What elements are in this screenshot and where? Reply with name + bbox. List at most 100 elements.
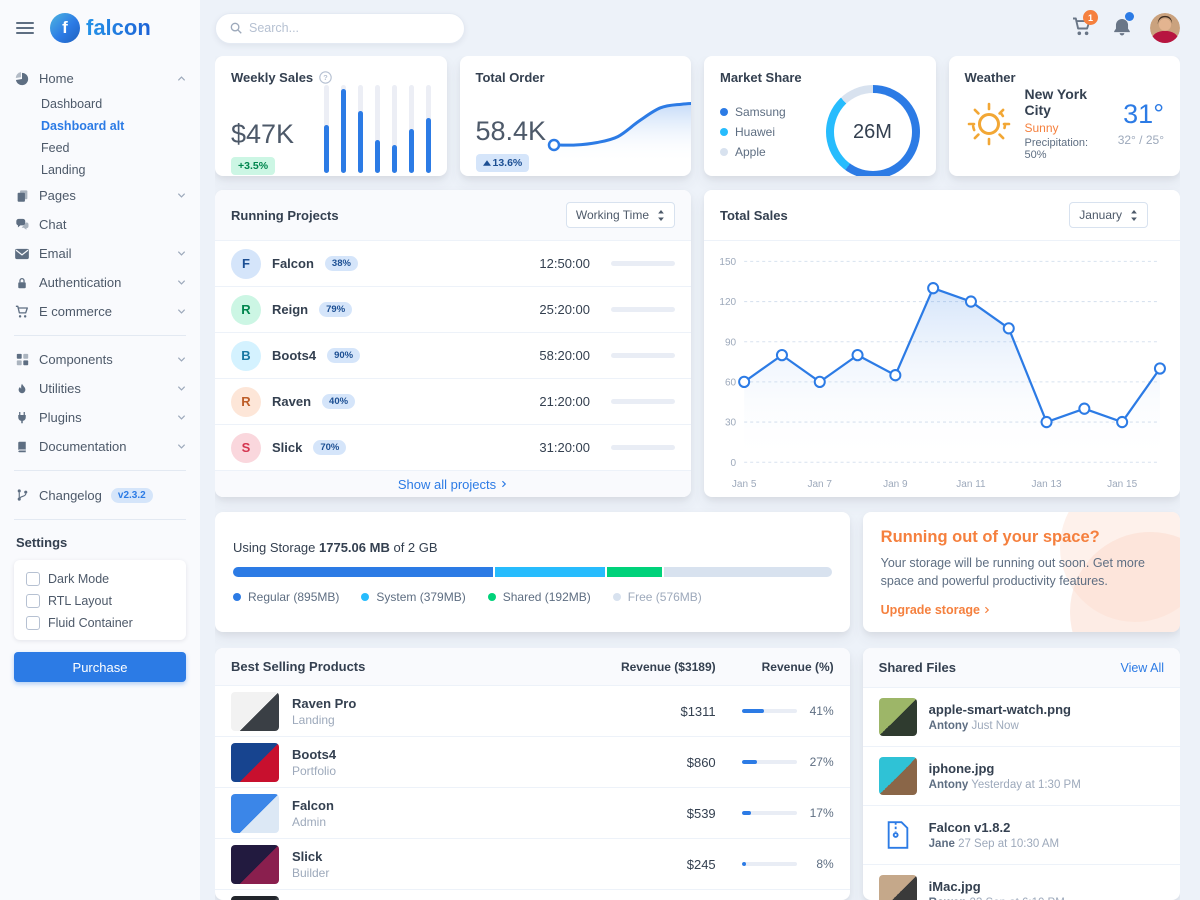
help-icon[interactable]: ? bbox=[319, 71, 332, 84]
ellipsis-menu-icon[interactable] bbox=[1160, 213, 1164, 217]
svg-text:Jan 7: Jan 7 bbox=[807, 479, 832, 490]
purchase-button[interactable]: Purchase bbox=[14, 652, 186, 682]
product-row-slick[interactable]: SlickBuilder$2458% bbox=[215, 839, 850, 890]
bar bbox=[358, 85, 363, 173]
ellipsis-menu-icon[interactable] bbox=[1160, 76, 1164, 80]
user-avatar[interactable] bbox=[1150, 13, 1180, 43]
sidebar-item-utilities[interactable]: Utilities bbox=[14, 374, 186, 403]
product-row-falcon[interactable]: FalconAdmin$53917% bbox=[215, 788, 850, 839]
product-thumbnail bbox=[231, 692, 279, 731]
view-all-link[interactable]: View All bbox=[1120, 661, 1164, 675]
total-order-title: Total Order bbox=[476, 70, 545, 85]
file-name[interactable]: apple-smart-watch.png bbox=[929, 702, 1071, 717]
svg-text:30: 30 bbox=[725, 418, 737, 429]
sidebar-subitem-dashboard-alt[interactable]: Dashboard alt bbox=[14, 115, 186, 137]
file-thumbnail bbox=[879, 698, 917, 736]
checkbox-icon[interactable] bbox=[26, 572, 40, 586]
svg-text:0: 0 bbox=[731, 458, 737, 469]
notifications-button[interactable] bbox=[1111, 15, 1133, 41]
brand-logo[interactable]: f falcon bbox=[50, 13, 151, 43]
total-sales-card: Total Sales January 0306090120150Jan 5Ja… bbox=[704, 190, 1180, 497]
dashboard-content: Weekly Sales ? $47K +3.5% Total Order bbox=[215, 56, 1180, 900]
file-row-falcon-v1-8-2[interactable]: Falcon v1.8.2 Jane 27 Sep at 10:30 AM bbox=[863, 806, 1180, 865]
product-category[interactable]: Portfolio bbox=[292, 764, 586, 778]
project-row-slick[interactable]: SSlick70%31:20:00 bbox=[215, 425, 691, 471]
sidebar-item-home[interactable]: Home bbox=[14, 64, 186, 93]
setting-fluid-container[interactable]: Fluid Container bbox=[26, 616, 174, 630]
cart-button[interactable]: 1 bbox=[1070, 15, 1094, 41]
file-row-iphone-jpg[interactable]: iphone.jpgAntony Yesterday at 1:30 PM bbox=[863, 747, 1180, 806]
caret-up-icon bbox=[483, 157, 491, 169]
sidebar-item-e-commerce[interactable]: E commerce bbox=[14, 297, 186, 326]
storage-legend: Regular (895MB)System (379MB)Shared (192… bbox=[233, 590, 832, 604]
sidebar-item-label: Components bbox=[39, 352, 168, 367]
sidebar-item-chat[interactable]: Chat bbox=[14, 210, 186, 239]
chevron-down-icon bbox=[177, 384, 186, 393]
hamburger-menu-icon[interactable] bbox=[14, 18, 36, 38]
sidebar-header: f falcon bbox=[14, 0, 186, 56]
chevron-right-icon bbox=[500, 479, 508, 489]
sidebar-item-changelog[interactable]: Changelog v2.3.2 bbox=[14, 480, 186, 510]
sidebar-item-documentation[interactable]: Documentation bbox=[14, 432, 186, 461]
sidebar-subitem-feed[interactable]: Feed bbox=[14, 137, 186, 159]
show-all-projects-link[interactable]: Show all projects bbox=[215, 471, 691, 497]
file-name[interactable]: Falcon v1.8.2 bbox=[929, 820, 1059, 835]
search-input[interactable] bbox=[249, 21, 450, 35]
market-share-title: Market Share bbox=[720, 70, 802, 85]
version-badge: v2.3.2 bbox=[111, 488, 153, 503]
storage-legend-item: Free (576MB) bbox=[613, 590, 702, 604]
file-name[interactable]: iphone.jpg bbox=[929, 761, 1081, 776]
file-timestamp: 27 Sep at 10:30 AM bbox=[955, 838, 1059, 850]
project-row-boots4[interactable]: BBoots490%58:20:00 bbox=[215, 333, 691, 379]
search-box[interactable] bbox=[215, 13, 465, 44]
project-progress-bar bbox=[611, 445, 675, 450]
project-pct-badge: 70% bbox=[313, 440, 346, 455]
storage-legend-item: System (379MB) bbox=[361, 590, 465, 604]
sidebar-item-authentication[interactable]: Authentication bbox=[14, 268, 186, 297]
chat-icon bbox=[14, 218, 30, 231]
svg-text:120: 120 bbox=[719, 297, 736, 308]
sidebar-item-pages[interactable]: Pages bbox=[14, 181, 186, 210]
storage-row: Using Storage 1775.06 MB of 2 GB Regular… bbox=[215, 512, 1180, 632]
upgrade-storage-link[interactable]: Upgrade storage bbox=[881, 603, 991, 617]
month-select[interactable]: January bbox=[1069, 202, 1148, 228]
product-category[interactable]: Landing bbox=[292, 713, 586, 727]
sidebar-item-plugins[interactable]: Plugins bbox=[14, 403, 186, 432]
setting-dark-mode[interactable]: Dark Mode bbox=[26, 572, 174, 586]
file-owner: Jane bbox=[929, 838, 955, 850]
falcon-logo-icon: f bbox=[50, 13, 80, 43]
sidebar-item-email[interactable]: Email bbox=[14, 239, 186, 268]
product-row-raven-pro[interactable]: Raven ProLanding$131141% bbox=[215, 686, 850, 737]
setting-rtl-layout[interactable]: RTL Layout bbox=[26, 594, 174, 608]
bar bbox=[341, 85, 346, 173]
sidebar-subitem-dashboard[interactable]: Dashboard bbox=[14, 93, 186, 115]
weekly-sales-value: $47K bbox=[231, 120, 294, 150]
file-thumbnail bbox=[879, 757, 917, 795]
product-category[interactable]: Admin bbox=[292, 815, 586, 829]
product-revenue-pct: 8% bbox=[806, 857, 834, 871]
pages-icon bbox=[14, 189, 30, 203]
project-row-raven[interactable]: RRaven40%21:20:00 bbox=[215, 379, 691, 425]
best-selling-products-card: Best Selling Products Revenue ($3189) Re… bbox=[215, 648, 850, 900]
sidebar-item-label: Authentication bbox=[39, 275, 168, 290]
checkbox-icon[interactable] bbox=[26, 594, 40, 608]
book-icon bbox=[14, 440, 30, 454]
working-time-select[interactable]: Working Time bbox=[566, 202, 675, 228]
sidebar-subitem-landing[interactable]: Landing bbox=[14, 159, 186, 181]
legend-item-samsung: Samsung bbox=[720, 105, 786, 119]
weather-high-low: 32° / 25° bbox=[1118, 133, 1164, 147]
project-row-falcon[interactable]: FFalcon38%12:50:00 bbox=[215, 241, 691, 287]
checkbox-icon[interactable] bbox=[26, 616, 40, 630]
legend-dot bbox=[720, 128, 728, 136]
product-row-boots4[interactable]: Boots4Portfolio$86027% bbox=[215, 737, 850, 788]
file-row-imac-jpg[interactable]: iMac.jpgRowen 23 Sep at 6:10 PM bbox=[863, 865, 1180, 900]
file-name[interactable]: iMac.jpg bbox=[929, 879, 1065, 894]
project-row-reign[interactable]: RReign79%25:20:00 bbox=[215, 287, 691, 333]
running-projects-title: Running Projects bbox=[231, 208, 339, 223]
file-row-apple-smart-watch-png[interactable]: apple-smart-watch.pngAntony Just Now bbox=[863, 688, 1180, 747]
product-category[interactable]: Builder bbox=[292, 866, 586, 880]
sidebar-item-components[interactable]: Components bbox=[14, 345, 186, 374]
product-revenue: $1311 bbox=[586, 704, 716, 719]
product-row-partial[interactable] bbox=[215, 890, 850, 900]
sidebar-divider bbox=[14, 335, 186, 336]
